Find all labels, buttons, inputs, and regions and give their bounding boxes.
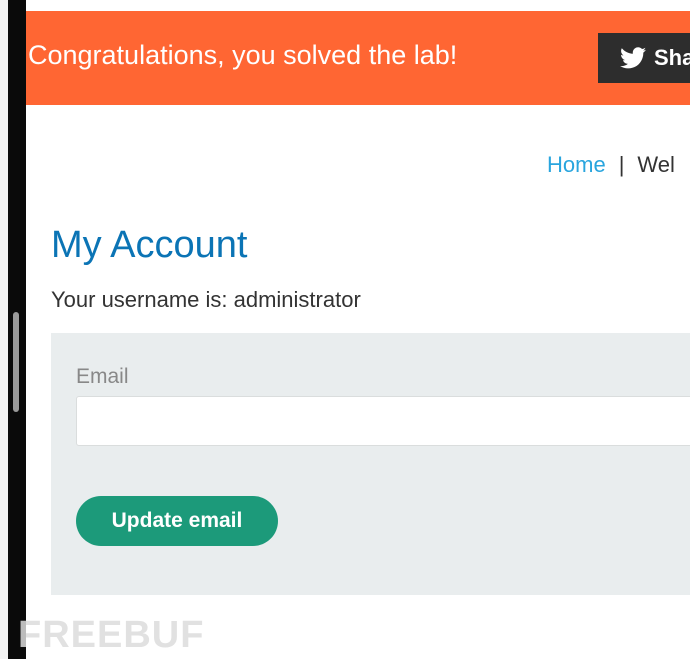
window-gutter	[0, 0, 8, 659]
banner-message: Congratulations, you solved the lab!	[28, 40, 458, 70]
freebuf-watermark: FREEBUF	[18, 614, 205, 656]
lab-solved-banner: Congratulations, you solved the lab! Sha	[26, 11, 690, 105]
share-button-label: Sha	[654, 45, 690, 70]
nav-separator: |	[618, 152, 625, 177]
email-label: Email	[76, 365, 129, 388]
window-left-edge	[0, 0, 26, 659]
email-input[interactable]	[76, 396, 690, 446]
update-email-button[interactable]: Update email	[76, 496, 278, 546]
scrollbar-thumb[interactable]	[13, 312, 19, 412]
nav-home-link[interactable]: Home	[547, 152, 606, 177]
change-email-form: Email Update email	[51, 333, 690, 595]
nav-welcome-text: Wel	[637, 152, 675, 177]
twitter-bird-icon	[620, 47, 646, 69]
top-nav: Home | Wel	[547, 152, 675, 178]
username-text: Your username is: administrator	[51, 287, 361, 312]
page-title: My Account	[51, 224, 248, 266]
share-button[interactable]: Sha	[598, 33, 690, 83]
